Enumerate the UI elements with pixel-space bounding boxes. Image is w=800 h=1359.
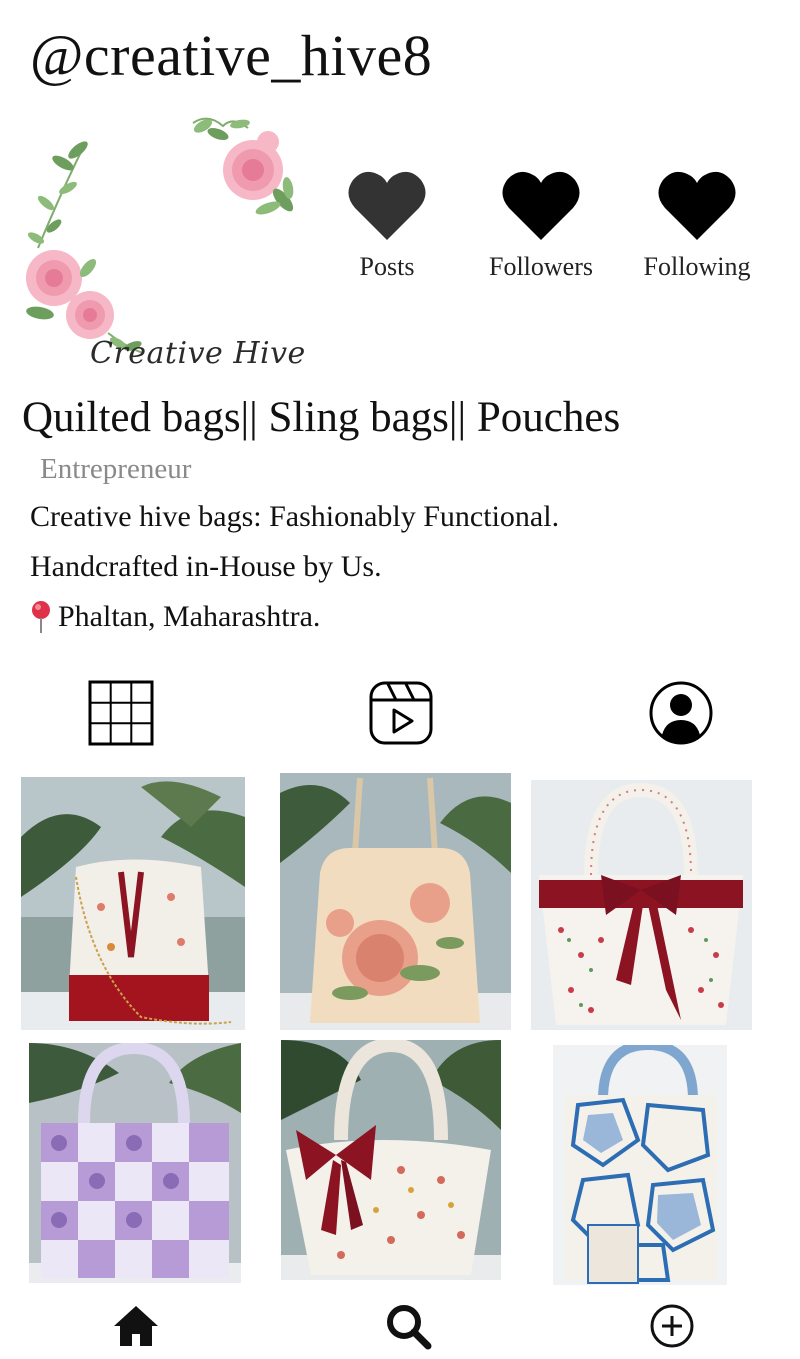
- post-thumbnail-5[interactable]: [281, 1040, 501, 1280]
- heart-icon: [658, 171, 736, 240]
- nav-home[interactable]: [110, 1300, 162, 1352]
- profile-logo[interactable]: Creative Hive: [18, 108, 308, 371]
- post-image-floral-bow-bag: [281, 1040, 501, 1280]
- location-pin-icon: [32, 601, 50, 633]
- nav-add[interactable]: [646, 1300, 698, 1352]
- stat-followers[interactable]: Followers: [466, 168, 616, 282]
- stat-following-label: Following: [643, 252, 751, 281]
- post-image-floral-handbag: [280, 773, 511, 1030]
- bio-location: Phaltan, Maharashtra.: [30, 600, 320, 634]
- post-thumbnail-3[interactable]: [531, 780, 752, 1030]
- post-image-geometric-tote: [553, 1045, 727, 1285]
- home-icon: [114, 1306, 158, 1346]
- tab-grid[interactable]: [88, 680, 154, 746]
- grid-icon: [88, 680, 154, 746]
- add-icon: [650, 1304, 694, 1348]
- heart-icon: [502, 171, 580, 240]
- tagged-icon: [649, 681, 713, 745]
- stat-posts[interactable]: Posts: [312, 168, 462, 282]
- tab-tagged[interactable]: [648, 680, 714, 746]
- post-image-floral-tote: [531, 780, 752, 1030]
- stat-following[interactable]: Following: [622, 168, 772, 282]
- tab-reels[interactable]: [368, 680, 434, 746]
- bio-category: Entrepreneur: [40, 453, 192, 485]
- search-icon: [387, 1305, 432, 1350]
- post-image-drawstring-bag: [21, 777, 245, 1030]
- post-thumbnail-6[interactable]: [553, 1045, 727, 1285]
- nav-search[interactable]: [382, 1300, 434, 1352]
- bio-title: Quilted bags|| Sling bags|| Pouches: [22, 394, 621, 441]
- floral-wreath-icon: [26, 117, 294, 354]
- post-thumbnail-1[interactable]: [21, 777, 245, 1030]
- bio-line-2: Handcrafted in-House by Us.: [30, 550, 382, 583]
- post-thumbnail-2[interactable]: [280, 773, 511, 1030]
- stat-followers-label: Followers: [489, 252, 593, 281]
- post-thumbnail-4[interactable]: [29, 1043, 241, 1283]
- bio-location-text: Phaltan, Maharashtra.: [58, 600, 321, 633]
- stat-posts-label: Posts: [359, 252, 415, 281]
- bio-line-1: Creative hive bags: Fashionably Function…: [30, 500, 560, 533]
- post-image-patchwork-tote: [29, 1043, 241, 1283]
- profile-username: @creative_hive8: [30, 23, 433, 88]
- logo-text: Creative Hive: [90, 336, 306, 371]
- heart-icon: [348, 171, 426, 240]
- reels-icon: [369, 681, 433, 745]
